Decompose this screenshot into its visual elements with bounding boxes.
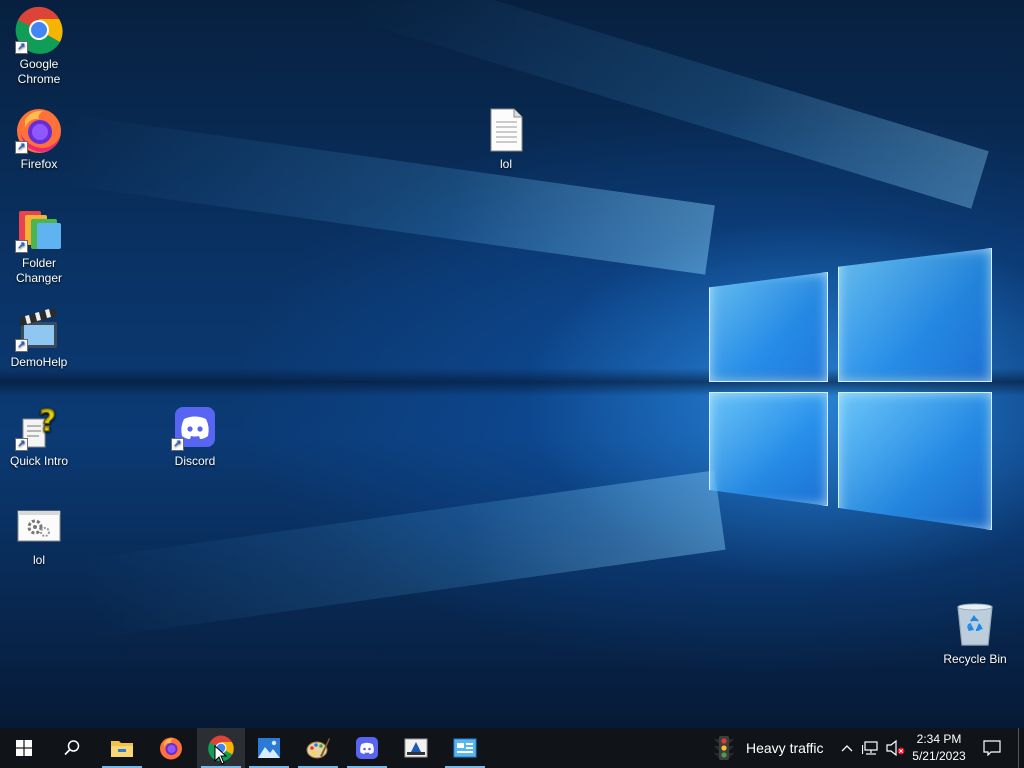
clock[interactable]: 2:34 PM 5/21/2023 (906, 728, 972, 768)
search-button[interactable] (48, 728, 96, 768)
desktop-icon-folder-changer[interactable]: ↗ Folder Changer (1, 205, 77, 286)
recycle-bin-icon (957, 603, 993, 646)
desktop-icon-label: Quick Intro (9, 454, 69, 468)
desktop-icon-lol-app[interactable]: lol (1, 502, 77, 568)
desktop-icon-discord[interactable]: ↗ Discord (157, 403, 233, 469)
shortcut-arrow-icon: ↗ (15, 141, 28, 154)
weather-text: Heavy traffic (746, 740, 824, 756)
photos-icon (258, 738, 280, 758)
desktop-icon-label: Discord (174, 454, 216, 468)
start-button[interactable] (0, 728, 48, 768)
text-file-icon (490, 108, 523, 152)
volume-muted-icon (886, 740, 905, 756)
clock-date: 5/21/2023 (912, 749, 966, 763)
svg-text:?: ? (39, 404, 56, 439)
windows-logo-pane-br (838, 392, 992, 530)
taskbar: Heavy traffic 2:34 PM 5/21/2023 (0, 728, 1024, 768)
shortcut-arrow-icon: ↗ (15, 339, 28, 352)
taskbar-paint[interactable] (294, 728, 342, 768)
light-beam-top (349, 0, 989, 209)
windows-logo-pane-tl (709, 272, 828, 382)
desktop-icon-label: DemoHelp (10, 355, 68, 369)
desktop-icon-label: lol (32, 553, 45, 567)
traffic-light-icon (714, 736, 734, 760)
app-window-icon (404, 738, 428, 758)
taskbar-firefox[interactable] (147, 728, 195, 768)
network-icon (862, 741, 878, 755)
firefox-icon (160, 737, 182, 760)
desktop-icon-label: lol (499, 157, 512, 171)
desktop-icon-label: Google Chrome (17, 57, 61, 86)
desktop-icon-firefox[interactable]: ↗ Firefox (1, 106, 77, 172)
chevron-up-icon (841, 745, 853, 752)
shortcut-arrow-icon: ↗ (15, 438, 28, 451)
taskbar-discord[interactable] (343, 728, 391, 768)
light-beam-lower (80, 470, 726, 639)
desktop-icon-label: Folder Changer (15, 256, 63, 285)
search-icon (64, 740, 80, 756)
windows-logo-pane-bl (709, 392, 828, 506)
shortcut-arrow-icon: ↗ (15, 41, 28, 54)
settings-window-icon (17, 510, 61, 542)
action-center-button[interactable] (976, 728, 1008, 768)
light-beam-upper (61, 114, 715, 275)
weather-widget[interactable]: Heavy traffic (710, 728, 832, 768)
notification-icon (983, 740, 1001, 756)
desktop-icon-label: Firefox (20, 157, 58, 171)
paint-palette-icon (306, 738, 330, 759)
taskbar-control-panel[interactable] (441, 728, 489, 768)
taskbar-app[interactable] (392, 728, 440, 768)
mouse-cursor-icon (214, 745, 228, 765)
volume-button[interactable] (884, 728, 906, 768)
desktop[interactable]: ↗ Google Chrome ↗ Firefox ↗ Folder Chang… (0, 0, 1024, 728)
shortcut-arrow-icon: ↗ (15, 240, 28, 253)
shortcut-arrow-icon: ↗ (171, 438, 184, 451)
folder-icon (111, 741, 133, 757)
desktop-icon-google-chrome[interactable]: ↗ Google Chrome (1, 6, 77, 87)
show-hidden-icons-button[interactable] (838, 728, 856, 768)
show-desktop-button[interactable] (1018, 728, 1024, 768)
desktop-icon-recycle-bin[interactable]: Recycle Bin (937, 601, 1013, 667)
windows-logo-icon (16, 740, 32, 756)
desktop-icon-quick-intro[interactable]: ? ↗ Quick Intro (1, 403, 77, 469)
desktop-icon-lol-text-file[interactable]: lol (468, 106, 544, 172)
desktop-icon-label: Recycle Bin (943, 652, 1007, 666)
taskbar-file-explorer[interactable] (98, 728, 146, 768)
control-panel-icon (453, 738, 477, 758)
windows-logo-pane-tr (838, 248, 992, 382)
taskbar-photos[interactable] (245, 728, 293, 768)
discord-icon (356, 737, 378, 759)
network-button[interactable] (860, 728, 882, 768)
clock-time: 2:34 PM (916, 732, 962, 746)
desktop-icon-demohelp[interactable]: ↗ DemoHelp (1, 304, 77, 370)
